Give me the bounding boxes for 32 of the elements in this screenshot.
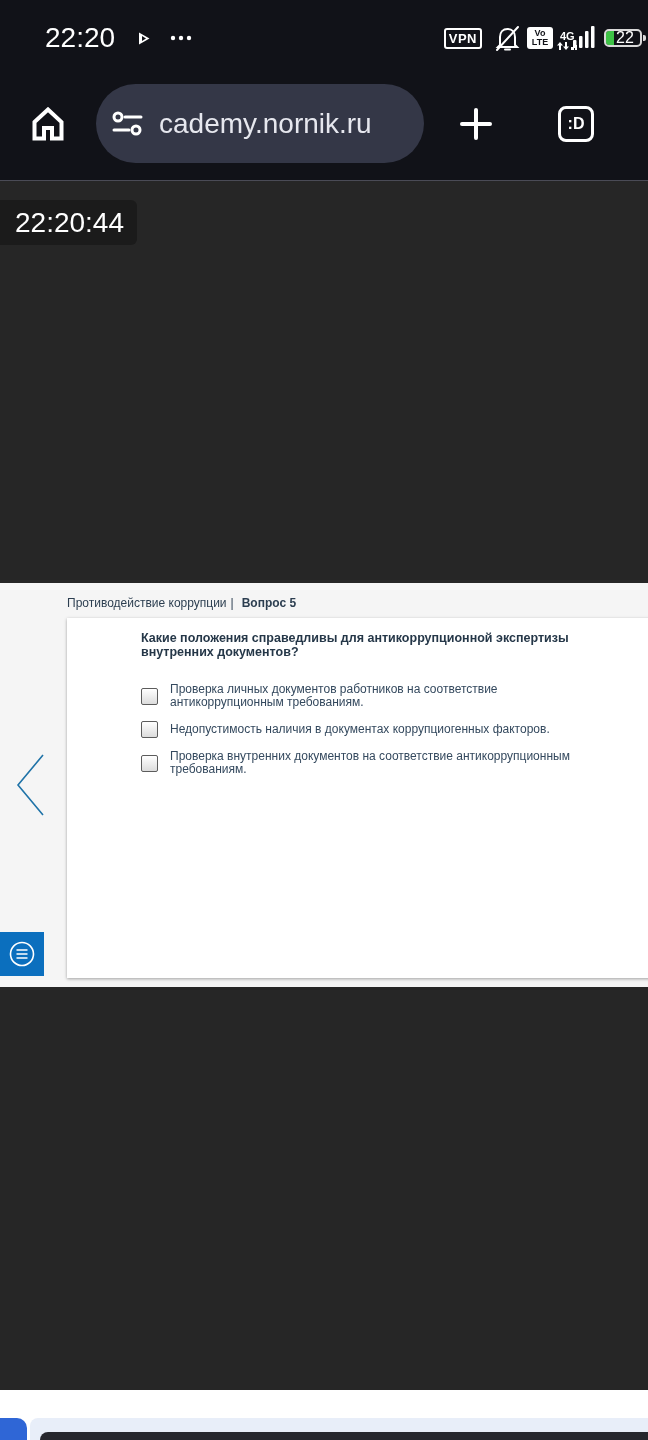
option-text: Проверка внутренних документов на соответствие антикоррупционным требованиям. bbox=[170, 750, 571, 776]
bell-off-icon bbox=[494, 24, 521, 52]
clock: 22:20 bbox=[45, 22, 116, 54]
network-type: 4G bbox=[560, 30, 575, 42]
option-text: Проверка личных документов работников на соответствие антикоррупционным требованиям. bbox=[170, 683, 499, 709]
side-strip bbox=[0, 1418, 27, 1440]
tab-switcher-button[interactable]: :D bbox=[558, 106, 594, 142]
signal-icon bbox=[573, 26, 597, 50]
play-icon bbox=[137, 30, 152, 46]
more-icon bbox=[170, 35, 193, 41]
volte-indicator: Vo LTE bbox=[527, 27, 553, 49]
question-text: Какие положения справедливы для антикоррупционной экспертизы внутренних документов? bbox=[141, 631, 570, 659]
home-button[interactable] bbox=[32, 107, 64, 141]
course-title: Противодействие коррупции bbox=[67, 595, 227, 611]
plus-icon bbox=[460, 108, 492, 140]
url-text: cademy.nornik.ru bbox=[159, 107, 372, 140]
question-number: Вопрос 5 bbox=[241, 595, 297, 611]
timestamp: 22:20:44 bbox=[0, 200, 137, 245]
option-text: Недопустимость наличия в документах коррупциогенных факторов. bbox=[170, 723, 551, 736]
address-bar[interactable]: cademy.nornik.ru bbox=[96, 84, 424, 163]
new-tab-button[interactable] bbox=[460, 108, 492, 140]
checkbox[interactable] bbox=[141, 754, 158, 772]
home-icon bbox=[32, 107, 64, 141]
back-button[interactable] bbox=[16, 754, 44, 816]
vpn-indicator: VPN bbox=[443, 27, 482, 49]
breadcrumb-separator: | bbox=[230, 595, 234, 611]
list-icon bbox=[9, 941, 35, 967]
tune-icon bbox=[112, 111, 143, 136]
chevron-left-icon bbox=[16, 754, 44, 816]
menu-button[interactable] bbox=[0, 932, 44, 976]
checkbox[interactable] bbox=[141, 687, 158, 705]
checkbox[interactable] bbox=[141, 721, 158, 738]
